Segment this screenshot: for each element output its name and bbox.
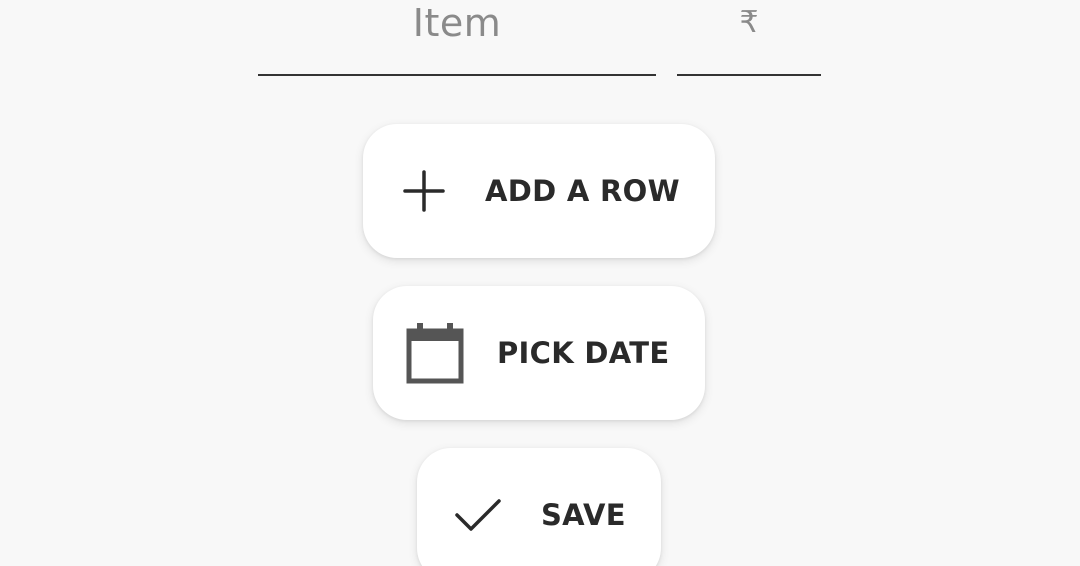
price-field[interactable]: ₹ bbox=[677, 0, 825, 76]
price-input[interactable] bbox=[677, 0, 825, 76]
add-row-button[interactable]: ADD A ROW bbox=[363, 124, 715, 258]
check-icon bbox=[453, 495, 503, 535]
pick-date-label: PICK DATE bbox=[497, 336, 670, 370]
save-button[interactable]: SAVE bbox=[417, 448, 661, 566]
expense-form: Item ₹ ADD A ROW PICK DATE SAVE bbox=[0, 0, 1080, 566]
add-row-label: ADD A ROW bbox=[485, 174, 680, 208]
calendar-icon bbox=[405, 321, 465, 385]
item-field[interactable]: Item bbox=[258, 0, 660, 76]
item-input[interactable] bbox=[258, 0, 660, 76]
pick-date-button[interactable]: PICK DATE bbox=[373, 286, 705, 420]
save-label: SAVE bbox=[541, 498, 626, 532]
plus-icon bbox=[401, 168, 447, 214]
